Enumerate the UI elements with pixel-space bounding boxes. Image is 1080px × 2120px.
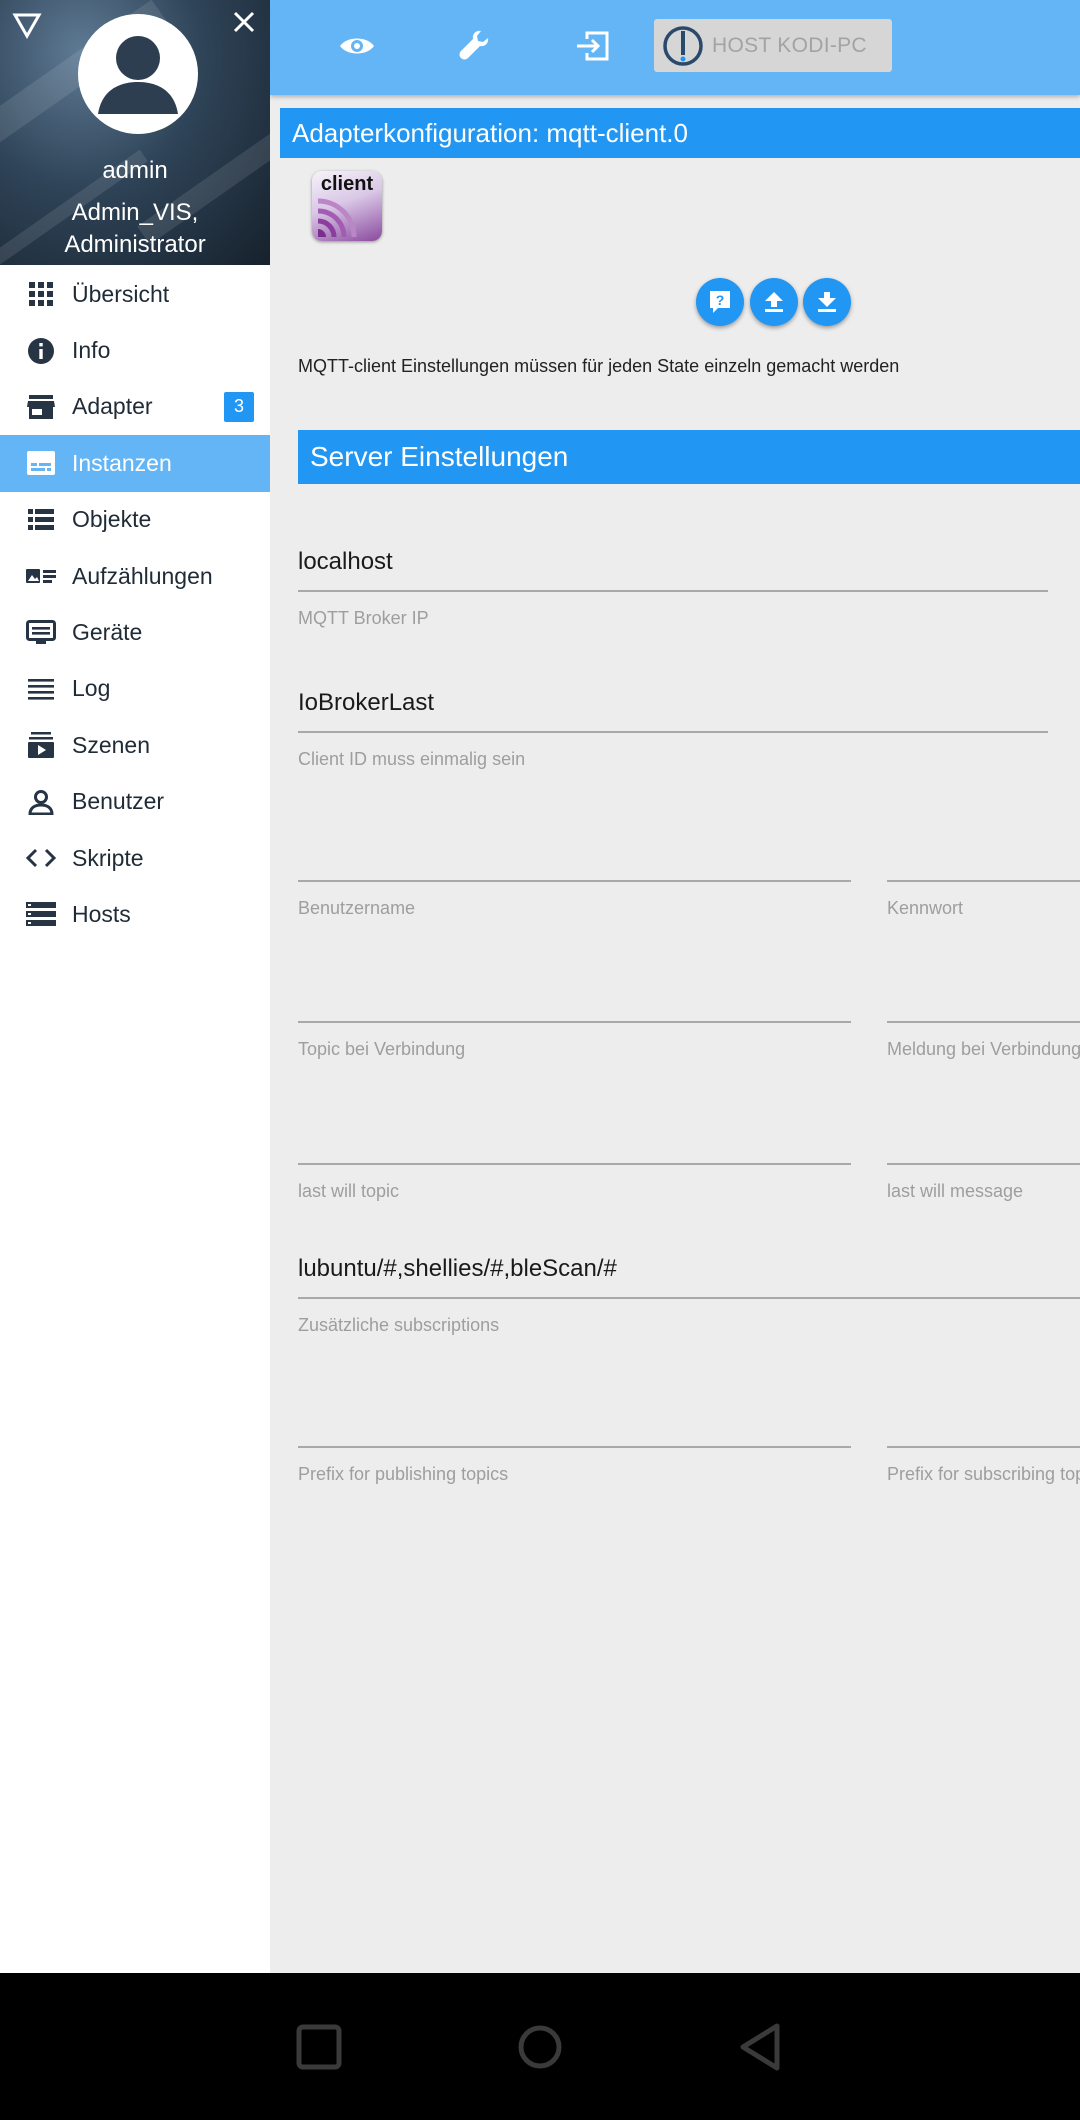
menu-toggle-icon[interactable] [12, 10, 42, 40]
sidebar-item-label: Instanzen [72, 449, 172, 476]
adapter-logo-text: client [320, 173, 374, 195]
svg-text:?: ? [716, 292, 725, 308]
connect-topic-underline [298, 1021, 851, 1023]
sidebar-item-instanzen[interactable]: Instanzen [0, 435, 270, 492]
scenes-icon [26, 730, 56, 760]
enum-card-icon [26, 561, 56, 591]
host-selector-button[interactable]: HOST KODI-PC [654, 19, 892, 72]
user-groups-line1: Admin_VIS, [71, 199, 199, 226]
sidebar: admin Admin_VIS, Administrator Übersicht [0, 0, 270, 1973]
sidebar-item-aufzaehlungen[interactable]: Aufzählungen [0, 548, 270, 604]
user-name: admin [102, 157, 168, 184]
lastwill-message-underline [887, 1163, 1080, 1165]
help-icon: ? [710, 291, 730, 313]
sidebar-item-objekte[interactable]: Objekte [0, 492, 270, 548]
logout-icon[interactable] [570, 26, 614, 66]
password-label: Kennwort [887, 898, 964, 918]
publish-prefix-underline [298, 1446, 851, 1448]
sidebar-item-info[interactable]: Info [0, 322, 270, 378]
sidebar-item-label: Übersicht [72, 280, 170, 307]
top-toolbar: HOST KODI-PC [270, 0, 1080, 95]
person-icon [26, 787, 56, 817]
wrench-icon[interactable] [453, 26, 497, 66]
apps-grid-icon [26, 279, 56, 309]
broker-ip-label: MQTT Broker IP [298, 608, 429, 628]
connect-message-underline [887, 1021, 1080, 1023]
lastwill-topic-label: last will topic [298, 1181, 400, 1201]
subtitles-icon [26, 448, 56, 478]
upload-icon [765, 292, 783, 312]
sidebar-item-szenen[interactable]: Szenen [0, 717, 270, 773]
page-title: Adapterkonfiguration: mqtt-client.0 [280, 108, 1080, 158]
sidebar-item-label: Hosts [72, 900, 131, 927]
sidebar-item-adapter[interactable]: Adapter 3 [0, 379, 270, 435]
sidebar-item-label: Benutzer [72, 788, 165, 815]
sidebar-item-label: Skripte [72, 844, 144, 871]
store-icon [26, 392, 56, 422]
eye-icon[interactable] [335, 26, 379, 66]
sidebar-item-label: Aufzählungen [72, 562, 213, 589]
username-underline [298, 880, 851, 882]
lines-icon [26, 674, 56, 704]
user-groups-line2: Administrator [64, 231, 206, 258]
storage-icon [26, 899, 56, 929]
devices-icon [26, 618, 56, 648]
help-button[interactable]: ? [696, 278, 744, 326]
sidebar-item-geraete[interactable]: Geräte [0, 604, 270, 660]
sidebar-item-label: Info [72, 337, 111, 364]
sidebar-item-benutzer[interactable]: Benutzer [0, 774, 270, 830]
broker-ip-underline [298, 590, 1048, 592]
password-underline [887, 880, 1080, 882]
profile-header: admin Admin_VIS, Administrator [0, 0, 270, 265]
info-icon [26, 336, 56, 366]
lastwill-message-label: last will message [887, 1181, 1024, 1201]
home-circle-icon[interactable] [510, 2017, 570, 2077]
sidebar-nav: Übersicht Info Adapter 3 Instanzen Objek… [0, 266, 270, 943]
adapter-update-badge: 3 [224, 391, 254, 422]
client-id-underline [298, 731, 1048, 733]
code-icon [26, 843, 56, 873]
sidebar-item-label: Szenen [72, 731, 151, 758]
system-navigation-bar [0, 1973, 1080, 2120]
sidebar-item-uebersicht[interactable]: Übersicht [0, 266, 270, 322]
recents-square-icon[interactable] [289, 2017, 349, 2077]
client-id-label: Client ID muss einmalig sein [298, 749, 526, 769]
sidebar-item-log[interactable]: Log [0, 661, 270, 717]
iobroker-logo-icon [663, 25, 703, 66]
subscriptions-input[interactable]: lubuntu/#,shellies/#,bleScan/# [298, 1249, 617, 1289]
broker-ip-input[interactable]: localhost [298, 542, 393, 582]
publish-prefix-label: Prefix for publishing topics [298, 1464, 509, 1484]
sidebar-item-label: Geräte [72, 619, 143, 646]
adapter-logo: client [312, 171, 382, 241]
host-label: HOST KODI-PC [712, 33, 867, 57]
download-icon [818, 292, 836, 312]
close-icon[interactable] [228, 6, 260, 38]
username-label: Benutzername [298, 898, 416, 918]
account-icon [98, 36, 178, 114]
sidebar-item-label: Adapter [72, 393, 153, 420]
section-header-server: Server Einstellungen [298, 430, 1080, 484]
lastwill-topic-underline [298, 1163, 851, 1165]
connect-message-label: Meldung bei Verbindung [887, 1039, 1080, 1059]
back-triangle-icon[interactable] [731, 2017, 791, 2077]
subscribe-prefix-label: Prefix for subscribing topics [887, 1464, 1080, 1484]
subscriptions-label: Zusätzliche subscriptions [298, 1315, 500, 1335]
connect-topic-label: Topic bei Verbindung [298, 1039, 466, 1059]
main-content: HOST KODI-PC Adapterkonfiguration: mqtt-… [270, 0, 1080, 1973]
list-icon [26, 505, 56, 535]
config-description: MQTT-client Einstellungen müssen für jed… [298, 356, 900, 376]
subscribe-prefix-underline [887, 1446, 1080, 1448]
sidebar-item-label: Objekte [72, 506, 152, 533]
download-button[interactable] [803, 278, 851, 326]
sidebar-item-skripte[interactable]: Skripte [0, 830, 270, 886]
upload-button[interactable] [750, 278, 798, 326]
client-id-input[interactable]: IoBrokerLast [298, 683, 434, 723]
sidebar-item-hosts[interactable]: Hosts [0, 886, 270, 942]
subscriptions-underline [298, 1297, 1080, 1299]
sidebar-item-label: Log [72, 675, 111, 702]
avatar [78, 14, 198, 134]
